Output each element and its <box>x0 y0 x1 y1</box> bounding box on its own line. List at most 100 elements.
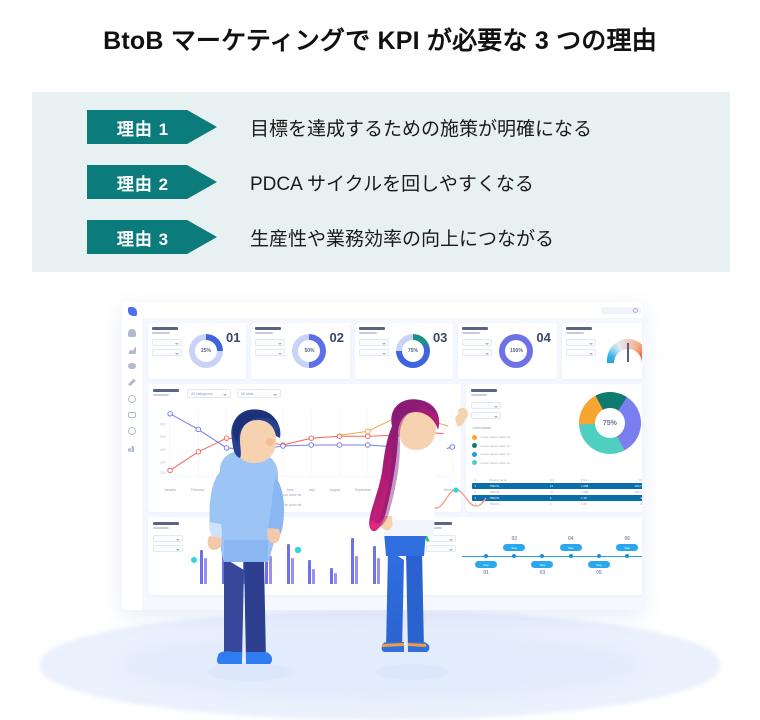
bar-panel-meta <box>153 522 191 590</box>
kpi-subtitle-bar <box>255 332 274 334</box>
kpi-donut-label: 75% <box>401 340 424 362</box>
bar-select-categories[interactable] <box>153 545 183 552</box>
pointer-icon[interactable] <box>128 378 136 386</box>
search-icon[interactable] <box>128 395 136 403</box>
line-panel-selects: All categories All stats <box>187 389 281 398</box>
bar-select-stats[interactable] <box>153 535 183 542</box>
timeline-pill: Step <box>616 544 639 551</box>
th: Total <box>638 478 642 482</box>
timeline-pill: Step <box>531 561 554 568</box>
kpi-card-meta <box>462 327 496 375</box>
timeline-step-label: 02 <box>511 536 518 542</box>
kpi-card[interactable]: 100% 04 <box>458 323 557 379</box>
gauge-chart <box>606 339 642 363</box>
kpi-number: 02 <box>329 330 344 345</box>
td: 7590.51 <box>489 502 500 506</box>
gear-icon[interactable] <box>128 427 136 435</box>
search-input[interactable] <box>600 306 641 314</box>
kpi-select-categories[interactable] <box>152 349 182 356</box>
kpi-subtitle-bar <box>462 332 481 334</box>
kpi-select-stats[interactable] <box>152 339 182 346</box>
dashboard-sidebar <box>122 302 142 610</box>
reason-badge-3: 理由 3 <box>87 220 217 254</box>
td: 232.716 <box>634 484 642 488</box>
kpi-card[interactable]: 75% 03 <box>354 323 454 379</box>
td: 418 <box>614 496 642 500</box>
line-panel-subtitle-bar <box>153 394 169 396</box>
gauge-select-stats[interactable] <box>565 339 596 346</box>
kpi-number: 01 <box>226 330 241 345</box>
gauge-title-bar <box>565 327 592 330</box>
kpi-number: 04 <box>536 330 551 345</box>
kpi-select-categories[interactable] <box>255 349 286 356</box>
kpi-card-value: 01 <box>226 327 242 375</box>
reason-text-1: 目標を達成するための施策が明確になる <box>250 118 593 140</box>
select-stats[interactable]: All stats <box>237 389 281 398</box>
kpi-card-meta <box>358 327 393 375</box>
legend-item: Lorem ipsum dolor sit <box>472 443 510 448</box>
bar-panel-subtitle-bar <box>153 527 169 529</box>
timeline-dot <box>484 554 489 558</box>
td: 232.716 <box>634 490 642 494</box>
kpi-select-stats[interactable] <box>358 339 389 346</box>
td: 7590.51 <box>489 490 500 494</box>
th: Qty <box>549 478 555 482</box>
td: 1.098 <box>581 484 589 488</box>
kpi-card-meta <box>255 327 289 375</box>
woman-pointing-at-chart <box>358 399 478 682</box>
timeline-pill: Step <box>475 561 498 568</box>
timeline-step-label: 04 <box>567 536 574 542</box>
td: 1.18 <box>581 496 587 500</box>
timeline-chart: Step 01 Step 02 Step 03 Step 04 Step 05 … <box>460 522 642 590</box>
bar-pair <box>329 568 337 584</box>
svg-text:100: 100 <box>160 471 166 475</box>
kpi-donut-label: 25% <box>195 340 217 362</box>
kpi-select-stats[interactable] <box>255 339 286 346</box>
reason-badge-2: 理由 2 <box>87 165 217 199</box>
card-icon[interactable] <box>128 412 136 418</box>
reason-text-2: PDCA サイクルを回しやすくなる <box>250 173 534 195</box>
donut-panel-title-bar <box>471 389 498 392</box>
svg-text:400: 400 <box>160 448 166 452</box>
bar-panel-title-bar <box>153 522 179 525</box>
kpi-select-stats[interactable] <box>462 339 493 346</box>
select-categories[interactable]: All categories <box>187 389 231 398</box>
kpi-select-categories[interactable] <box>358 349 389 356</box>
gauge-card[interactable] <box>561 323 642 379</box>
kpi-card[interactable]: 50% 02 <box>251 323 350 379</box>
timeline-step-label: 01 <box>483 570 489 576</box>
table-row[interactable]: 4 7590.51 2 1.80 805 <box>472 501 642 507</box>
donut-chart-panel: 75% Lorem ipsum Lorem ipsum dolor sit Lo… <box>466 384 642 512</box>
reason-row: 理由 1 目標を達成するための施策が明確になる <box>87 110 592 144</box>
kpi-card-value: 03 <box>433 327 449 375</box>
upload-icon[interactable] <box>128 329 136 337</box>
td: 4 <box>549 496 552 500</box>
legend-label: Lorem ipsum dolor sit <box>480 460 511 465</box>
kpi-select-categories[interactable] <box>462 349 493 356</box>
kpi-donut-label: 100% <box>505 340 528 362</box>
gauge-select-categories[interactable] <box>565 349 596 356</box>
kpi-title-bar <box>255 327 282 330</box>
legend-label: Lorem ipsum dolor sit <box>480 435 511 439</box>
page-title: BtoB マーケティングで KPI が必要な 3 つの理由 <box>103 27 657 55</box>
reason-badge-1: 理由 1 <box>87 110 217 144</box>
analytics-icon[interactable] <box>128 446 134 452</box>
kpi-title-bar <box>358 327 385 330</box>
svg-text:600: 600 <box>160 423 166 427</box>
kpi-title-bar <box>462 327 489 330</box>
timeline-axis <box>461 556 642 558</box>
timeline-step-label: 03 <box>539 570 546 576</box>
folder-icon[interactable] <box>128 363 136 369</box>
td: 805 <box>614 502 642 506</box>
timeline-dot <box>568 554 573 558</box>
kpi-card-meta <box>152 327 186 375</box>
svg-text:300: 300 <box>160 461 166 465</box>
donut-center-label: 75% <box>594 408 625 438</box>
td: 31 <box>549 490 554 494</box>
kpi-card-value: 04 <box>536 327 552 375</box>
kpi-donut-label: 50% <box>298 340 321 362</box>
bar-chart-icon[interactable] <box>128 346 136 354</box>
kpi-card[interactable]: 25% 01 <box>148 323 247 379</box>
td: 7590.51 <box>489 484 500 488</box>
donut-legend: Lorem ipsum Lorem ipsum dolor sit Lorem … <box>472 426 510 465</box>
